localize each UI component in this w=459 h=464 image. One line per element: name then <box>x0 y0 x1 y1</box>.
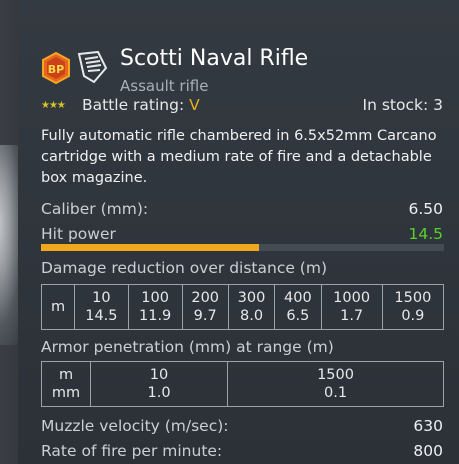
battle-rating-label: Battle rating: <box>82 96 185 114</box>
damage-value: 11.9 <box>139 308 172 324</box>
rate-of-fire-row: Rate of fire per minute: 800 <box>41 442 443 460</box>
distance-label: 400 <box>284 290 312 306</box>
hand-rifle-class-icon <box>76 50 108 84</box>
distance-label: 100 <box>141 290 169 306</box>
table-row: m mm 10 1.0 1500 0.1 <box>41 361 444 407</box>
penetration-value: 1.0 <box>147 385 171 401</box>
bp-badge-icon: BP <box>41 51 71 85</box>
row-header-m: m <box>58 367 74 383</box>
distance-label: 10 <box>92 290 111 306</box>
armor-penetration-title: Armor penetration (mm) at range (m) <box>41 338 334 356</box>
damage-value: 1.7 <box>340 308 364 324</box>
damage-cell: 10 14.5 <box>74 284 129 330</box>
muzzle-velocity-label: Muzzle velocity (m/sec): <box>41 417 229 435</box>
row-header-m: m <box>41 284 75 330</box>
damage-cell: 300 8.0 <box>227 284 276 330</box>
battle-rating-row: ★★★ Battle rating: V In stock: 3 <box>41 96 443 118</box>
svg-text:BP: BP <box>48 63 64 76</box>
distance-label: 200 <box>191 290 220 306</box>
damage-cell: 100 11.9 <box>127 284 183 330</box>
distance-label: 1000 <box>333 290 371 306</box>
damage-reduction-table: m 10 14.5 100 11.9 200 9.7 300 8.0 400 6.5 10… <box>41 284 445 330</box>
hit-power-label: Hit power <box>41 225 116 243</box>
armor-penetration-table: m mm 10 1.0 1500 0.1 <box>41 361 444 407</box>
range-label: 1500 <box>317 367 354 383</box>
damage-cell: 400 6.5 <box>274 284 322 330</box>
damage-cell: 200 9.7 <box>181 284 229 330</box>
damage-value: 9.7 <box>193 308 217 324</box>
row-header: m mm <box>41 361 91 407</box>
distance-label: 300 <box>237 290 266 306</box>
battle-rating: Battle rating: V <box>82 96 200 114</box>
damage-reduction-title: Damage reduction over distance (m) <box>41 259 327 277</box>
hit-power-value: 14.5 <box>408 225 443 243</box>
damage-cell: 1500 0.9 <box>381 284 445 330</box>
damage-value: 6.5 <box>286 308 310 324</box>
row-header-mm: mm <box>51 385 81 401</box>
damage-value: 0.9 <box>401 308 425 324</box>
penetration-value: 0.1 <box>324 385 348 401</box>
hit-power-row: Hit power 14.5 <box>41 225 443 243</box>
battle-rating-value: V <box>189 96 200 114</box>
penetration-cell: 1500 0.1 <box>227 361 444 407</box>
muzzle-velocity-row: Muzzle velocity (m/sec): 630 <box>41 417 443 435</box>
hit-power-bar <box>41 244 444 251</box>
caliber-label: Caliber (mm): <box>41 200 149 218</box>
range-label: 10 <box>149 367 169 383</box>
table-row: m 10 14.5 100 11.9 200 9.7 300 8.0 400 6.5 10… <box>41 284 445 330</box>
weapon-type: Assault rifle <box>120 77 209 95</box>
weapon-name: Scotti Naval Rifle <box>120 46 309 71</box>
damage-value: 14.5 <box>85 308 118 324</box>
stock-count: In stock: 3 <box>362 96 443 114</box>
rate-of-fire-value: 800 <box>413 442 443 460</box>
hit-power-bar-fill <box>41 244 259 251</box>
penetration-cell: 10 1.0 <box>89 361 229 407</box>
muzzle-velocity-value: 630 <box>413 417 443 435</box>
distance-label: 1500 <box>394 290 432 306</box>
rank-stars-icon: ★★★ <box>41 100 66 111</box>
caliber-value: 6.50 <box>408 200 443 218</box>
rate-of-fire-label: Rate of fire per minute: <box>41 442 223 460</box>
damage-value: 8.0 <box>239 308 264 324</box>
weapon-description: Fully automatic rifle chambered in 6.5x5… <box>41 128 437 186</box>
caliber-row: Caliber (mm): 6.50 <box>41 200 443 218</box>
damage-cell: 1000 1.7 <box>320 284 383 330</box>
